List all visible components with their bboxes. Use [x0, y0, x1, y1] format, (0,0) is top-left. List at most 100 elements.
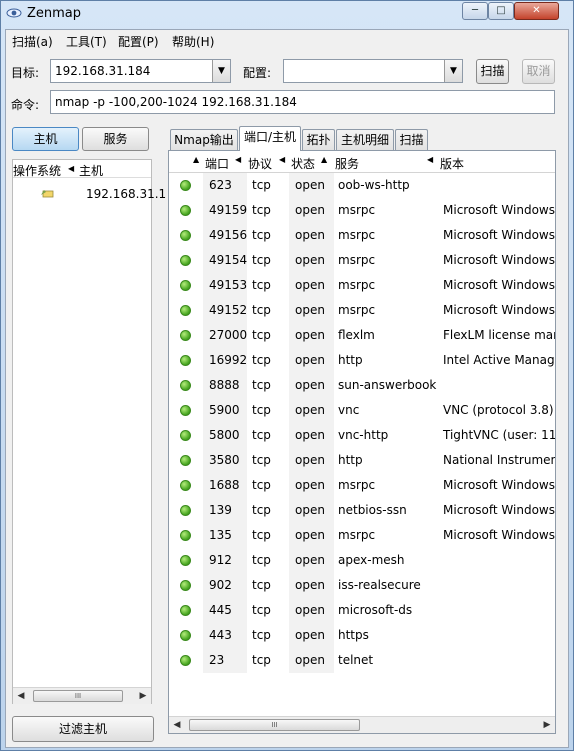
state-cell: open — [295, 253, 325, 267]
service-cell: microsoft-ds — [338, 603, 413, 617]
protocol-cell: tcp — [252, 428, 271, 442]
tab-nmap-output[interactable]: Nmap输出 — [170, 129, 238, 150]
table-row[interactable]: 623 tcp open oob-ws-http — [169, 173, 555, 198]
version-cell: FlexLM license mar — [443, 328, 556, 342]
protocol-cell: tcp — [252, 503, 271, 517]
maximize-button[interactable]: □ — [488, 2, 514, 20]
protocol-cell: tcp — [252, 628, 271, 642]
scroll-thumb[interactable]: III — [33, 690, 123, 702]
target-combobox[interactable]: 192.168.31.184 ▼ — [50, 59, 231, 83]
state-cell: open — [295, 303, 325, 317]
protocol-cell: tcp — [252, 228, 271, 242]
version-cell: Intel Active Manage — [443, 353, 556, 367]
menu-bar: 扫描(a) 工具(T) 配置(P) 帮助(H) — [6, 30, 568, 52]
version-column-header[interactable]: 版本 — [440, 155, 464, 172]
table-row[interactable]: 49154 tcp open msrpc Microsoft Windows — [169, 248, 555, 273]
target-dropdown-icon[interactable]: ▼ — [212, 60, 230, 82]
service-column-header[interactable]: 服务 — [335, 155, 359, 172]
port-column-header[interactable]: 端口 — [205, 155, 229, 172]
protocol-column-header[interactable]: 协议 — [248, 155, 272, 172]
menu-profile[interactable]: 配置(P) — [118, 33, 159, 50]
table-row[interactable]: 16992 tcp open http Intel Active Manage — [169, 348, 555, 373]
port-cell: 49154 — [209, 253, 248, 267]
open-status-icon — [180, 330, 191, 341]
menu-scan[interactable]: 扫描(a) — [12, 33, 53, 50]
table-row[interactable]: 8888 tcp open sun-answerbook — [169, 373, 555, 398]
ports-table-hscrollbar[interactable]: ◀ III ▶ — [169, 716, 555, 733]
menu-tools[interactable]: 工具(T) — [66, 33, 107, 50]
tab-scans[interactable]: 扫描 — [395, 129, 428, 150]
zenmap-eye-icon — [6, 8, 22, 18]
table-row[interactable]: 27000 tcp open flexlm FlexLM license mar — [169, 323, 555, 348]
state-column-header[interactable]: 状态 — [291, 155, 315, 172]
os-column-header[interactable]: 操作系统 — [13, 162, 61, 179]
host-list-header: 操作系统 ◀ 主机 — [13, 160, 151, 178]
port-cell: 49153 — [209, 278, 248, 292]
service-cell: netbios-ssn — [338, 503, 407, 517]
table-row[interactable]: 49156 tcp open msrpc Microsoft Windows — [169, 223, 555, 248]
service-cell: telnet — [338, 653, 374, 667]
table-row[interactable]: 135 tcp open msrpc Microsoft Windows — [169, 523, 555, 548]
scroll-right-icon[interactable]: ▶ — [135, 688, 151, 704]
table-row[interactable]: 49152 tcp open msrpc Microsoft Windows — [169, 298, 555, 323]
filter-hosts-button[interactable]: 过滤主机 — [12, 716, 154, 742]
host-column-header[interactable]: 主机 — [79, 162, 103, 179]
open-status-icon — [180, 605, 191, 616]
profile-combobox[interactable]: ▼ — [283, 59, 463, 83]
scroll-left-icon[interactable]: ◀ — [169, 717, 185, 733]
port-cell: 623 — [209, 178, 232, 192]
port-sort-asc-icon: ▲ — [193, 155, 200, 164]
host-list-hscrollbar[interactable]: ◀ III ▶ — [13, 687, 151, 704]
table-row[interactable]: 912 tcp open apex-mesh — [169, 548, 555, 573]
minimize-button[interactable]: ─ — [462, 2, 488, 20]
services-view-button[interactable]: 服务 — [82, 127, 149, 151]
open-status-icon — [180, 530, 191, 541]
close-button[interactable]: ✕ — [514, 2, 559, 20]
scroll-thumb[interactable]: III — [189, 719, 360, 731]
service-cell: msrpc — [338, 303, 376, 317]
host-list-panel: 操作系统 ◀ 主机 192.168.31.1 ◀ III ▶ — [12, 159, 166, 704]
title-bar: Zenmap ─ □ ✕ — [1, 1, 573, 27]
table-row[interactable]: 139 tcp open netbios-ssn Microsoft Windows — [169, 498, 555, 523]
version-cell: Microsoft Windows — [443, 228, 555, 242]
scroll-left-icon[interactable]: ◀ — [13, 688, 29, 704]
port-cell: 5900 — [209, 403, 240, 417]
col-divider-icon: ◀ — [427, 155, 434, 164]
table-row[interactable]: 23 tcp open telnet — [169, 648, 555, 673]
scan-button[interactable]: 扫描 — [476, 59, 509, 84]
tab-host-details[interactable]: 主机明细 — [336, 129, 394, 150]
table-row[interactable]: 443 tcp open https — [169, 623, 555, 648]
version-cell: Microsoft Windows — [443, 503, 555, 517]
table-row[interactable]: 902 tcp open iss-realsecure — [169, 573, 555, 598]
table-row[interactable]: 5900 tcp open vnc VNC (protocol 3.8) — [169, 398, 555, 423]
ports-table: ▲ 端口 ◀ 协议 ◀ 状态 ▲ 服务 ◀ 版本 623 tcp open oob-w… — [168, 150, 556, 734]
open-status-icon — [180, 430, 191, 441]
table-row[interactable]: 5800 tcp open vnc-http TightVNC (user: 11 — [169, 423, 555, 448]
host-row[interactable]: 192.168.31.1 — [13, 184, 166, 204]
menu-help[interactable]: 帮助(H) — [172, 33, 214, 50]
profile-dropdown-icon[interactable]: ▼ — [444, 60, 462, 82]
protocol-cell: tcp — [252, 328, 271, 342]
command-label: 命令: — [11, 98, 40, 112]
ports-table-header: ▲ 端口 ◀ 协议 ◀ 状态 ▲ 服务 ◀ 版本 — [169, 151, 555, 173]
target-label: 目标: — [11, 66, 40, 80]
protocol-cell: tcp — [252, 278, 271, 292]
table-row[interactable]: 3580 tcp open http National Instrumen — [169, 448, 555, 473]
scroll-right-icon[interactable]: ▶ — [539, 717, 555, 733]
table-row[interactable]: 49159 tcp open msrpc Microsoft Windows — [169, 198, 555, 223]
version-cell: Microsoft Windows — [443, 253, 555, 267]
port-cell: 16992 — [209, 353, 248, 367]
tab-topology[interactable]: 拓扑 — [302, 129, 335, 150]
tab-ports-hosts[interactable]: 端口/主机 — [239, 126, 301, 151]
table-row[interactable]: 49153 tcp open msrpc Microsoft Windows — [169, 273, 555, 298]
service-cell: vnc — [338, 403, 360, 417]
version-cell: Microsoft Windows — [443, 528, 555, 542]
table-row[interactable]: 445 tcp open microsoft-ds — [169, 598, 555, 623]
state-cell: open — [295, 328, 325, 342]
command-input[interactable]: nmap -p -100,200-1024 192.168.31.184 — [50, 90, 555, 114]
service-cell: msrpc — [338, 228, 376, 242]
port-cell: 135 — [209, 528, 232, 542]
table-row[interactable]: 1688 tcp open msrpc Microsoft Windows — [169, 473, 555, 498]
hosts-view-button[interactable]: 主机 — [12, 127, 79, 151]
cancel-button[interactable]: 取消 — [522, 59, 555, 84]
